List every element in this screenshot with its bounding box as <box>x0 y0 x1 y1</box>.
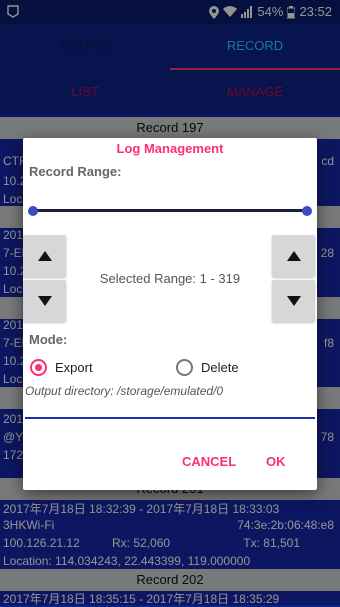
input-underline <box>25 417 315 419</box>
end-increment-button[interactable] <box>272 235 315 277</box>
mode-label: Mode: <box>29 332 68 347</box>
slider-start-handle[interactable] <box>28 206 38 216</box>
arrow-up-icon <box>37 251 52 261</box>
arrow-up-icon <box>286 251 301 261</box>
radio-button-checked[interactable] <box>30 359 47 376</box>
radio-delete-label: Delete <box>201 360 239 375</box>
record-range-label: Record Range: <box>29 164 122 179</box>
range-slider[interactable] <box>28 206 312 216</box>
radio-delete[interactable]: Delete <box>176 359 239 376</box>
radio-button-unchecked[interactable] <box>176 359 193 376</box>
arrow-down-icon <box>37 296 52 306</box>
start-increment-button[interactable] <box>23 235 66 277</box>
radio-export-label: Export <box>55 360 93 375</box>
slider-end-handle[interactable] <box>302 206 312 216</box>
dialog-title: Log Management <box>116 141 224 156</box>
start-decrement-button[interactable] <box>23 280 66 322</box>
output-directory-field[interactable]: Output directory: /storage/emulated/0 <box>25 384 315 398</box>
arrow-down-icon <box>286 296 301 306</box>
selected-range-text: Selected Range: 1 - 319 <box>99 271 241 286</box>
cancel-button[interactable]: CANCEL <box>182 454 236 469</box>
log-management-dialog: Log Management Record Range: Selected Ra… <box>23 138 317 490</box>
radio-export[interactable]: Export <box>30 359 93 376</box>
ok-button[interactable]: OK <box>266 454 286 469</box>
end-decrement-button[interactable] <box>272 280 315 322</box>
slider-track <box>32 209 308 212</box>
